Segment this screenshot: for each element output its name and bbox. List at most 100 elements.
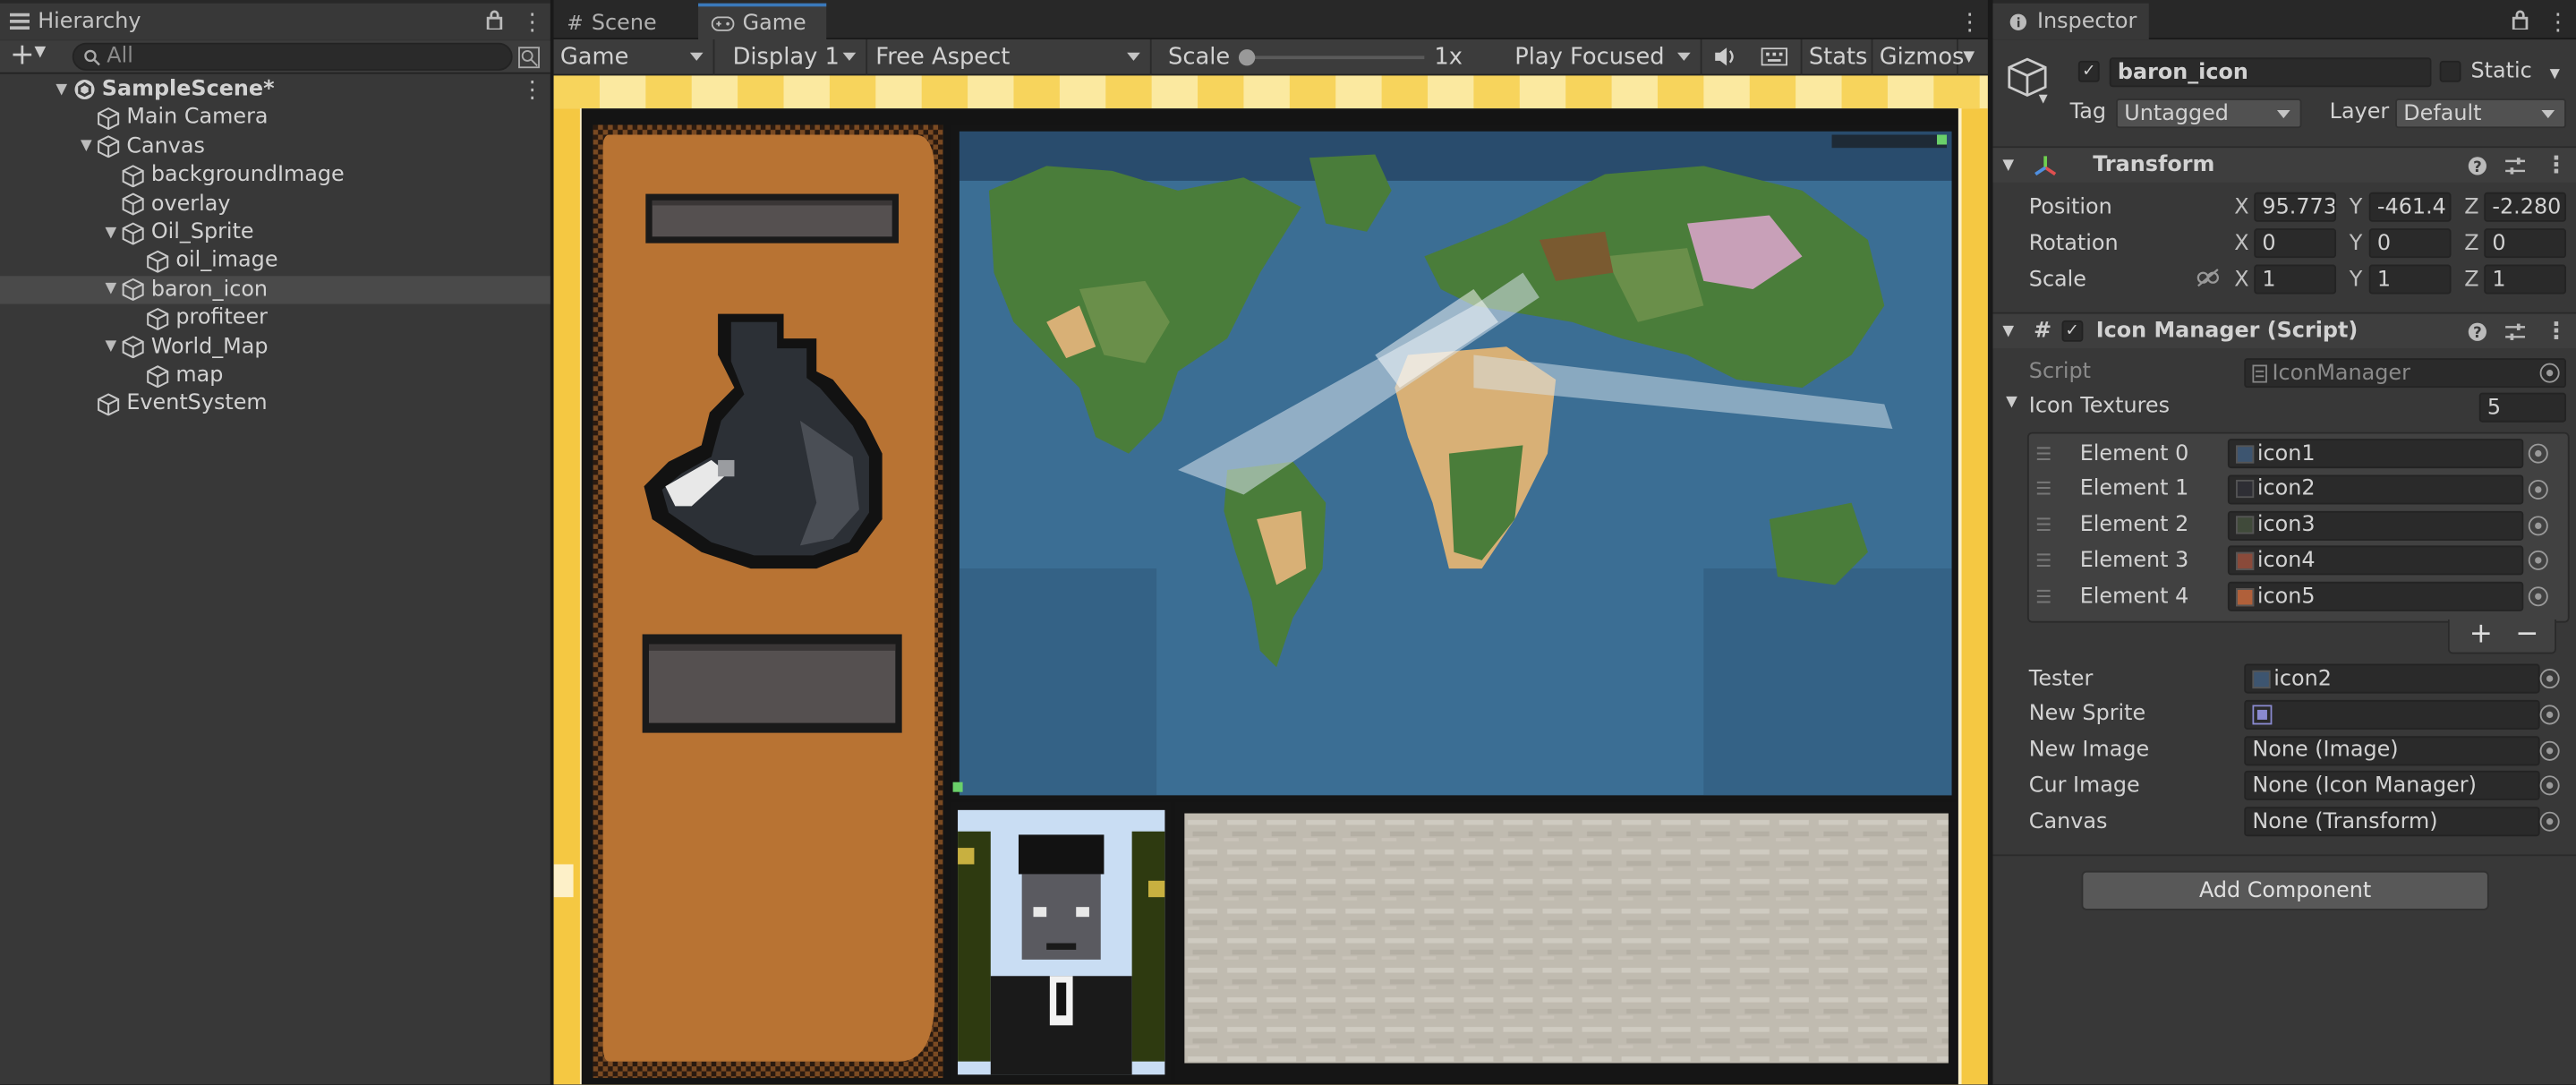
remove-element-icon[interactable]: − (2515, 618, 2538, 651)
chevron-down-icon[interactable]: ▼ (105, 225, 121, 241)
kebab-menu-icon[interactable]: ⋮ (2546, 10, 2570, 36)
hierarchy-item[interactable]: ▼ baron_icon (0, 275, 550, 304)
kebab-menu-icon[interactable]: ⋮ (2545, 153, 2568, 179)
chevron-down-icon[interactable]: ▼ (105, 338, 121, 355)
scale-slider-track[interactable] (1243, 56, 1425, 60)
transform-scale-y-input[interactable]: 1 (2368, 264, 2452, 295)
icon-textures-size-input[interactable]: 5 (2478, 392, 2566, 423)
component-enabled-checkbox[interactable]: ✓ (2061, 320, 2084, 342)
gizmos-button[interactable]: Gizmos (1872, 39, 1964, 76)
chevron-down-icon[interactable]: ▼ (2006, 395, 2017, 411)
object-picker-icon[interactable] (2539, 740, 2560, 761)
audio-mute-icon[interactable] (1713, 46, 1736, 67)
element-object-field[interactable]: icon4 (2227, 546, 2524, 577)
presets-icon[interactable] (2505, 156, 2526, 175)
hierarchy-item[interactable]: profiteer (0, 304, 550, 332)
view-dropdown[interactable]: Game (554, 39, 715, 76)
tab-hierarchy[interactable]: Hierarchy (0, 3, 550, 40)
presets-icon[interactable] (2505, 322, 2526, 342)
active-checkbox[interactable]: ✓ (2077, 60, 2100, 82)
element-object-field[interactable]: icon3 (2227, 510, 2524, 541)
kebab-menu-icon[interactable]: ⋮ (1958, 10, 1982, 36)
scale-slider-thumb[interactable] (1238, 49, 1256, 66)
object-picker-icon[interactable] (2528, 586, 2548, 607)
add-icon[interactable]: + (10, 40, 35, 71)
link-constrain-icon[interactable] (2196, 268, 2220, 287)
object-picker-icon[interactable] (2539, 776, 2560, 797)
drag-handle-icon[interactable]: ☰ (2035, 586, 2051, 608)
kebab-menu-icon[interactable]: ⋮ (521, 76, 544, 102)
hierarchy-item[interactable]: overlay (0, 190, 550, 218)
drag-handle-icon[interactable]: ☰ (2035, 551, 2051, 572)
add-element-icon[interactable]: + (2469, 618, 2493, 651)
object-picker-icon[interactable] (2539, 669, 2560, 689)
object-picker-icon[interactable] (2528, 479, 2548, 500)
chevron-down-icon[interactable]: ▼ (81, 139, 97, 155)
tab-inspector[interactable]: Inspector (1992, 3, 2149, 40)
chevron-down-icon[interactable]: ▼ (55, 81, 72, 98)
object-picker-icon[interactable] (2539, 363, 2560, 383)
object-field[interactable]: None (Image) (2244, 735, 2540, 765)
hierarchy-item[interactable]: map (0, 362, 550, 389)
play-mode-dropdown[interactable]: Play Focused (1508, 39, 1702, 76)
lock-icon[interactable] (2512, 10, 2529, 30)
tag-dropdown[interactable]: Untagged (2116, 98, 2302, 129)
chevron-down-icon[interactable]: ▼ (35, 45, 47, 61)
object-picker-icon[interactable] (2528, 551, 2548, 571)
object-field[interactable]: None (Icon Manager) (2244, 771, 2540, 801)
game-render-area[interactable] (553, 75, 1988, 1085)
drag-handle-icon[interactable]: ☰ (2035, 515, 2051, 536)
transform-position-z-input[interactable]: -2.280 (2484, 192, 2566, 222)
element-object-field[interactable]: icon1 (2227, 439, 2524, 469)
kebab-menu-icon[interactable]: ⋮ (2545, 319, 2568, 345)
hierarchy-search-input[interactable]: All (72, 42, 513, 71)
object-field[interactable]: None (Transform) (2244, 807, 2540, 837)
object-field[interactable] (2244, 699, 2540, 730)
object-picker-icon[interactable] (2539, 812, 2560, 833)
help-icon[interactable]: ? (2468, 322, 2487, 342)
transform-rotation-y-input[interactable]: 0 (2368, 228, 2452, 259)
aspect-dropdown[interactable]: Free Aspect (869, 39, 1152, 76)
transform-position-x-input[interactable]: 95.773 (2254, 192, 2337, 222)
hierarchy-item[interactable]: EventSystem (0, 390, 550, 418)
kebab-menu-icon[interactable]: ⋮ (521, 10, 544, 36)
chevron-down-icon[interactable]: ▼ (2039, 92, 2048, 106)
transform-header[interactable]: ▼ Transform ? ⋮ (1992, 146, 2576, 183)
chevron-down-icon[interactable]: ▼ (1963, 49, 1975, 65)
lock-icon[interactable] (486, 10, 503, 30)
icon-manager-header[interactable]: ▼ # ✓ Icon Manager (Script) ? ⋮ (1992, 312, 2576, 349)
keyboard-shortcuts-icon[interactable] (1761, 47, 1787, 66)
element-object-field[interactable]: icon2 (2227, 474, 2524, 505)
hierarchy-item[interactable]: ▼ Canvas (0, 132, 550, 160)
hierarchy-item[interactable]: oil_image (0, 247, 550, 275)
add-component-button[interactable]: Add Component (2081, 870, 2489, 910)
hierarchy-item[interactable]: Main Camera (0, 104, 550, 132)
search-scene-icon[interactable] (517, 46, 541, 69)
object-picker-icon[interactable] (2539, 705, 2560, 725)
hierarchy-item[interactable]: ▼ SampleScene* ⋮ (0, 75, 550, 103)
display-dropdown[interactable]: Display 1 (726, 39, 868, 76)
chevron-down-icon[interactable]: ▼ (105, 281, 121, 297)
hierarchy-item[interactable]: backgroundImage (0, 161, 550, 189)
object-name-input[interactable]: baron_icon (2109, 57, 2432, 88)
transform-scale-x-input[interactable]: 1 (2254, 264, 2337, 295)
object-picker-icon[interactable] (2528, 443, 2548, 464)
stats-button[interactable]: Stats (1800, 39, 1873, 76)
drag-handle-icon[interactable]: ☰ (2035, 443, 2051, 465)
static-checkbox[interactable] (2439, 60, 2461, 82)
transform-rotation-x-input[interactable]: 0 (2254, 228, 2337, 259)
object-field[interactable]: icon2 (2244, 663, 2540, 694)
object-picker-icon[interactable] (2528, 515, 2548, 535)
tab-scene[interactable]: # Scene (554, 4, 699, 39)
hierarchy-item[interactable]: ▼ World_Map (0, 333, 550, 361)
layer-dropdown[interactable]: Default (2395, 98, 2566, 129)
transform-scale-z-input[interactable]: 1 (2484, 264, 2566, 295)
transform-position-y-input[interactable]: -461.4 (2368, 192, 2452, 222)
transform-rotation-z-input[interactable]: 0 (2484, 228, 2566, 259)
drag-handle-icon[interactable]: ☰ (2035, 479, 2051, 500)
element-object-field[interactable]: icon5 (2227, 582, 2524, 612)
hierarchy-item[interactable]: ▼ Oil_Sprite (0, 218, 550, 246)
tab-game[interactable]: Game (698, 3, 827, 40)
chevron-down-icon[interactable]: ▼ (2550, 65, 2560, 81)
help-icon[interactable]: ? (2468, 156, 2487, 175)
